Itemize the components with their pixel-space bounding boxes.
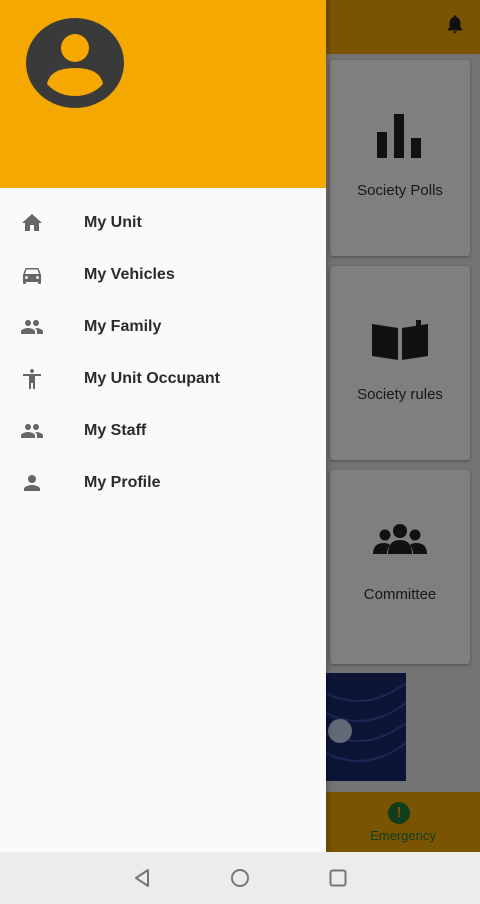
person-standing-icon — [23, 369, 41, 389]
home-icon — [22, 214, 42, 231]
person-icon — [24, 475, 40, 491]
recents-icon[interactable] — [326, 866, 350, 890]
menu-item-my-unit[interactable]: My Unit — [0, 197, 326, 249]
drawer-menu: My Unit My Vehicles My Family My Unit Oc… — [0, 197, 326, 509]
system-nav-bar — [0, 852, 480, 904]
menu-item-my-vehicles[interactable]: My Vehicles — [0, 249, 326, 301]
menu-item-label: My Profile — [84, 474, 161, 491]
menu-item-my-unit-occupant[interactable]: My Unit Occupant — [0, 353, 326, 405]
navigation-drawer: My Unit My Vehicles My Family My Unit Oc… — [0, 0, 326, 852]
menu-item-label: My Unit — [84, 214, 142, 231]
menu-item-label: My Unit Occupant — [84, 370, 221, 387]
menu-item-my-staff[interactable]: My Staff — [0, 405, 326, 457]
menu-item-my-profile[interactable]: My Profile — [0, 457, 326, 509]
car-icon — [23, 268, 41, 284]
back-icon[interactable] — [130, 866, 154, 890]
people-icon — [21, 320, 43, 334]
account-circle-icon[interactable] — [26, 18, 124, 108]
menu-item-label: My Family — [84, 318, 162, 335]
home-circle-icon[interactable] — [228, 866, 252, 890]
menu-item-my-family[interactable]: My Family — [0, 301, 326, 353]
menu-item-label: My Staff — [84, 422, 147, 439]
people-icon — [21, 424, 43, 438]
menu-item-label: My Vehicles — [84, 266, 175, 283]
drawer-header — [0, 0, 326, 188]
